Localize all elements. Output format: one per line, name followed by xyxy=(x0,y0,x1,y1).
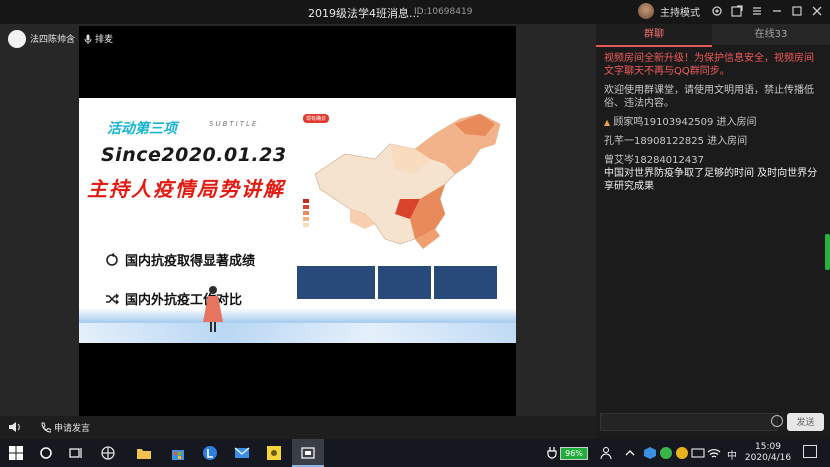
input-method[interactable]: 中 xyxy=(727,447,737,462)
notification-icon[interactable] xyxy=(803,445,817,458)
slide-wave-2 xyxy=(79,323,516,343)
join-message: ▲ 顾家鸣19103942509 进入房间 xyxy=(604,116,822,129)
slide-activity: 活动第三项 xyxy=(107,121,177,137)
menu-icon[interactable] xyxy=(750,4,764,18)
shared-slide: 活动第三项 SUBTITLE Since2020.01.23 主持人疫情局势讲解… xyxy=(79,98,516,343)
window-title: 2019级法学4班消息... xyxy=(308,7,420,20)
task-view-icon[interactable] xyxy=(68,445,84,461)
mail-icon[interactable] xyxy=(234,445,250,461)
request-speak-button[interactable]: 申请发言 xyxy=(40,421,90,434)
pinwheel-app-icon[interactable] xyxy=(100,445,116,461)
send-button[interactable]: 发送 xyxy=(787,413,824,431)
room-id: ID:10698419 xyxy=(414,7,473,17)
slide-placeholder-3 xyxy=(434,266,497,299)
clock-time: 15:09 xyxy=(755,442,781,452)
join-message: 孔芊一18908122825 进入房间 xyxy=(604,136,748,147)
tray-cube-icon[interactable] xyxy=(642,445,658,461)
join-message-text: 顾家鸣19103942509 进入房间 xyxy=(613,117,757,128)
search-icon[interactable] xyxy=(38,445,54,461)
system-notice: 视频房间全新升级！为保护信息安全，视频房间文字聊天不再与QQ群同步。 xyxy=(604,53,814,77)
chat-message: 曾艾岑18284012437 中国对世界防疫争取了足够的时间 及时向世界分享研究… xyxy=(604,154,822,193)
video-stage: 法四陈帅含 排麦 活动第三项 SUBTITLE Since2020.01.23 … xyxy=(0,24,596,416)
china-map-icon xyxy=(303,113,501,249)
person-icon: ▲ xyxy=(604,118,611,127)
emoji-icon[interactable] xyxy=(771,415,783,427)
slide-headline: 主持人疫情局势讲解 xyxy=(87,177,285,201)
settings-icon[interactable] xyxy=(710,4,724,18)
taskbar: 96% 中 15:09 2020/4/16 xyxy=(0,439,830,467)
speaker-icon[interactable] xyxy=(8,421,21,433)
host-avatar[interactable] xyxy=(638,3,654,19)
girl-illustration-icon xyxy=(203,286,223,332)
scrollbar[interactable] xyxy=(825,234,830,270)
tab-group-chat[interactable]: 群聊 xyxy=(596,24,712,47)
slide-placeholder-2 xyxy=(378,266,431,299)
slide-date: Since2020.01.23 xyxy=(101,144,287,166)
slide-bullet-1-text: 国内抗疫取得显著成绩 xyxy=(125,254,256,269)
slide-placeholder-1 xyxy=(297,266,375,299)
people-icon[interactable] xyxy=(600,445,616,461)
tray-shield-icon[interactable] xyxy=(658,445,674,461)
mic-queue-label: 排麦 xyxy=(95,35,114,45)
display-icon[interactable] xyxy=(690,445,706,461)
slide-subtitle: SUBTITLE xyxy=(209,120,259,128)
chat-input[interactable] xyxy=(600,413,778,431)
maximize-icon[interactable] xyxy=(790,4,804,18)
close-icon[interactable] xyxy=(810,4,824,18)
welcome-notice: 欢迎使用群课堂，请使用文明用语，禁止传播低俗、违法内容。 xyxy=(604,85,814,109)
phone-icon xyxy=(41,422,51,433)
store-icon[interactable] xyxy=(170,445,186,461)
wifi-icon[interactable] xyxy=(706,445,722,461)
active-app-tile[interactable] xyxy=(292,439,324,467)
chat-panel: 群聊 在线33 视频房间全新升级！为保护信息安全，视频房间文字聊天不再与QQ群同… xyxy=(596,24,830,439)
clock-date: 2020/4/16 xyxy=(744,453,792,463)
tray-app-icon[interactable] xyxy=(674,445,690,461)
popout-icon[interactable] xyxy=(730,4,744,18)
refresh-icon xyxy=(106,252,118,266)
speaker-avatar[interactable] xyxy=(8,30,26,48)
chat-sender: 曾艾岑18284012437 xyxy=(604,155,704,166)
request-speak-label: 申请发言 xyxy=(54,424,91,434)
power-plug-icon[interactable] xyxy=(544,445,560,461)
folder-icon[interactable] xyxy=(136,445,152,461)
title-bar-controls: 主持模式 xyxy=(638,3,824,19)
battery-indicator[interactable]: 96% xyxy=(560,447,588,460)
chat-text: 中国对世界防疫争取了足够的时间 及时向世界分享研究成果 xyxy=(604,168,818,192)
mic-icon xyxy=(84,34,92,44)
map-tag: 现有确诊 xyxy=(303,114,330,123)
speaker-name: 法四陈帅含 xyxy=(30,35,76,45)
control-bar: 申请发言 xyxy=(0,416,596,439)
title-bar: 2019级法学4班消息... ID:10698419 主持模式 xyxy=(0,0,830,24)
tab-online[interactable]: 在线33 xyxy=(712,24,830,45)
sticky-notes-icon[interactable] xyxy=(266,445,282,461)
app-l-icon[interactable] xyxy=(202,445,218,461)
minimize-icon[interactable] xyxy=(770,4,784,18)
system-clock[interactable]: 15:09 2020/4/16 xyxy=(740,442,796,464)
windows-start-icon[interactable] xyxy=(8,445,24,461)
slide-bullet-1: 国内抗疫取得显著成绩 xyxy=(105,250,255,269)
chevron-up-icon[interactable] xyxy=(622,445,638,461)
panel-tabs: 群聊 在线33 xyxy=(596,24,830,47)
mic-queue[interactable]: 排麦 xyxy=(84,32,113,45)
meeting-app-icon xyxy=(301,447,315,459)
shuffle-icon xyxy=(106,293,119,304)
chat-input-bar: 发送 xyxy=(600,413,826,433)
mode-label[interactable]: 主持模式 xyxy=(660,4,700,19)
message-list: 视频房间全新升级！为保护信息安全，视频房间文字聊天不再与QQ群同步。 欢迎使用群… xyxy=(604,52,822,199)
